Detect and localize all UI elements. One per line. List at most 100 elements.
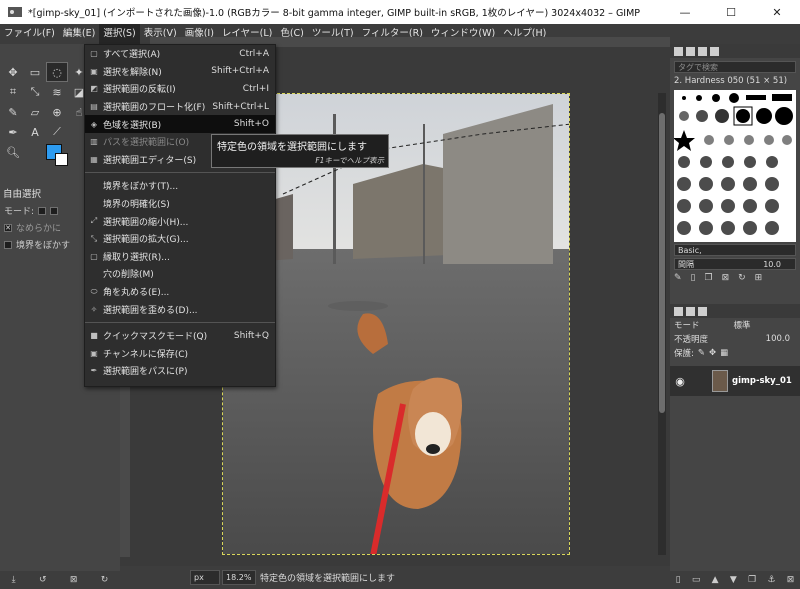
crop-tool-icon[interactable]: ⌗ [2,82,24,102]
antialias-label: なめらかに [16,224,62,234]
eraser-tool-icon[interactable]: ▱ [24,102,46,122]
close-button[interactable]: ✕ [754,0,800,24]
menu-item-label: 選択範囲を歪める(D)... [103,305,198,316]
zoom-tool-icon[interactable]: 🔍︎ [2,142,24,162]
color-swatches[interactable] [44,144,84,174]
delete-layer-icon[interactable]: ⊠ [787,575,795,585]
menu-item-by-color[interactable]: ◈ 色域を選択(B) Shift+O [85,115,275,133]
menu-item-border[interactable]: ▢ 縁取り選択(R)... [85,248,275,266]
fonts-tab-icon[interactable] [698,46,707,56]
feather-checkbox[interactable] [4,240,12,249]
menu-select[interactable]: 選択(S) [99,24,140,44]
layers-tab-icon[interactable] [674,306,683,316]
menu-item-rounded[interactable]: ⬭ 角を丸める(E)... [85,283,275,301]
menu-item-quick-mask[interactable]: ■ クイックマスクモード(Q) Shift+Q [85,327,275,345]
spacing-label: 間隔 [678,260,694,269]
right-dock: タグで検索 2. Hardness 050 (51 × 51) Basic, 間… [670,44,800,589]
new-layer-icon[interactable]: ▯ [676,575,681,585]
menu-item-feather[interactable]: 境界をぼかす(T)... [85,177,275,195]
vertical-scrollbar[interactable] [658,93,666,555]
save-options-icon[interactable]: ⤓ [12,575,16,585]
menu-item-label: 選択範囲エディター(S) [103,155,197,166]
delete-brush-icon[interactable]: ⊠ [722,273,730,283]
clone-tool-icon[interactable]: ⊕ [46,102,68,122]
mode-add-button[interactable] [50,206,59,215]
menu-item-label: 境界の明確化(S) [103,200,170,211]
brush-preset-select[interactable]: Basic, [674,244,796,256]
menu-item-label: 選択範囲のフロート化(F) [103,103,206,114]
menu-item-shrink[interactable]: ⤢ 選択範囲の縮小(H)... [85,212,275,230]
menu-item-label: 縁取り選択(R)... [103,252,170,263]
channels-tab-icon[interactable] [686,306,695,316]
rect-select-tool-icon[interactable]: ▭ [24,62,46,82]
menu-edit[interactable]: 編集(E) [59,24,99,44]
duplicate-brush-icon[interactable]: ❐ [705,273,713,283]
free-select-tool-icon[interactable]: ◌ [46,62,68,82]
menu-item-save-to-channel[interactable]: ▣ チャンネルに保存(C) [85,345,275,363]
mode-replace-button[interactable] [38,206,47,215]
menu-item-select-none[interactable]: ▣ 選択を解除(N) Shift+Ctrl+A [85,63,275,81]
edit-brush-icon[interactable]: ✎ [674,273,682,283]
lock-alpha-icon[interactable]: ▦ [720,348,728,358]
gimp-app-icon [6,5,24,19]
delete-options-icon[interactable]: ⊠ [70,575,78,585]
brushes-tab-icon[interactable] [674,46,683,56]
menu-item-shortcut: Shift+Ctrl+A [211,66,269,77]
transform-tool-icon[interactable]: ⤡ [24,82,46,102]
paths-tool-icon[interactable]: ✒ [2,122,24,142]
lower-layer-icon[interactable]: ▼ [730,575,737,585]
menu-item-remove-holes[interactable]: 穴の削除(M) [85,265,275,283]
opacity-row[interactable]: 不透明度 100.0 [670,332,800,346]
anchor-layer-icon[interactable]: ⚓ [767,575,775,585]
maximize-button[interactable]: ☐ [708,0,754,24]
layers-panel: モード 標準 不透明度 100.0 保護: ✎ ✥ ▦ ◉ gimp-sky_0… [670,304,800,396]
layer-mode-row[interactable]: モード 標準 [670,318,800,332]
new-group-icon[interactable]: ▭ [692,575,701,585]
lock-pixels-icon[interactable]: ✎ [698,348,705,358]
brush-tag-search[interactable]: タグで検索 [674,61,796,73]
reset-options-icon[interactable]: ↻ [101,575,109,585]
window-title: *[gimp-sky_01] (インポートされた画像)-1.0 (RGBカラー … [28,8,641,19]
paintbrush-tool-icon[interactable]: ✎ [2,102,24,122]
restore-options-icon[interactable]: ↺ [39,575,47,585]
menu-separator [85,321,275,323]
new-brush-icon[interactable]: ▯ [691,273,696,283]
document-history-tab-icon[interactable] [710,46,719,56]
duplicate-layer-icon[interactable]: ❐ [748,575,756,585]
menu-item-invert[interactable]: ◩ 選択範囲の反転(I) Ctrl+I [85,80,275,98]
menu-item-select-all[interactable]: ▢ すべて選択(A) Ctrl+A [85,45,275,63]
minimize-button[interactable]: — [662,0,708,24]
menu-item-label: 穴の削除(M) [103,270,154,281]
menu-item-grow[interactable]: ⤡ 選択範囲の拡大(G)... [85,230,275,248]
brush-spacing-field[interactable]: 間隔 10.0 [674,258,796,270]
rounded-rect-icon: ⬭ [90,286,98,296]
brush-grid[interactable] [674,90,796,242]
visibility-eye-icon[interactable]: ◉ [670,375,690,388]
zoom-select[interactable]: 18.2% [222,570,256,585]
menu-item-sharpen[interactable]: 境界の明確化(S) [85,195,275,213]
lock-position-icon[interactable]: ✥ [709,348,716,358]
patterns-tab-icon[interactable] [686,46,695,56]
open-brush-icon[interactable]: ⊞ [755,273,763,283]
antialias-checkbox[interactable]: ✕ [4,223,12,232]
layer-row[interactable]: ◉ gimp-sky_01 [670,366,800,396]
lock-row: 保護: ✎ ✥ ▦ [670,346,800,360]
menu-file[interactable]: ファイル(F) [0,24,59,44]
warp-tool-icon[interactable]: ≋ [46,82,68,102]
menu-tooltip: 特定色の領域を選択範囲にします F1キーでヘルプ表示 [211,134,389,168]
raise-layer-icon[interactable]: ▲ [712,575,719,585]
menu-separator [85,172,275,174]
menu-item-to-path[interactable]: ✒ 選択範囲をパスに(P) [85,362,275,380]
menu-item-label: チャンネルに保存(C) [103,349,189,360]
menu-item-label: すべて選択(A) [103,50,161,61]
background-color[interactable] [55,153,68,166]
text-tool-icon[interactable]: A [24,122,46,142]
refresh-brush-icon[interactable]: ↻ [738,273,746,283]
color-picker-tool-icon[interactable]: ⟋ [46,122,68,142]
menu-item-float[interactable]: ▤ 選択範囲のフロート化(F) Shift+Ctrl+L [85,98,275,116]
move-tool-icon[interactable]: ✥ [2,62,24,82]
menu-item-shortcut: Ctrl+I [242,83,269,94]
menu-item-distort[interactable]: ✧ 選択範囲を歪める(D)... [85,300,275,318]
paths-tab-icon[interactable] [698,306,707,316]
unit-select[interactable]: px [190,570,220,585]
